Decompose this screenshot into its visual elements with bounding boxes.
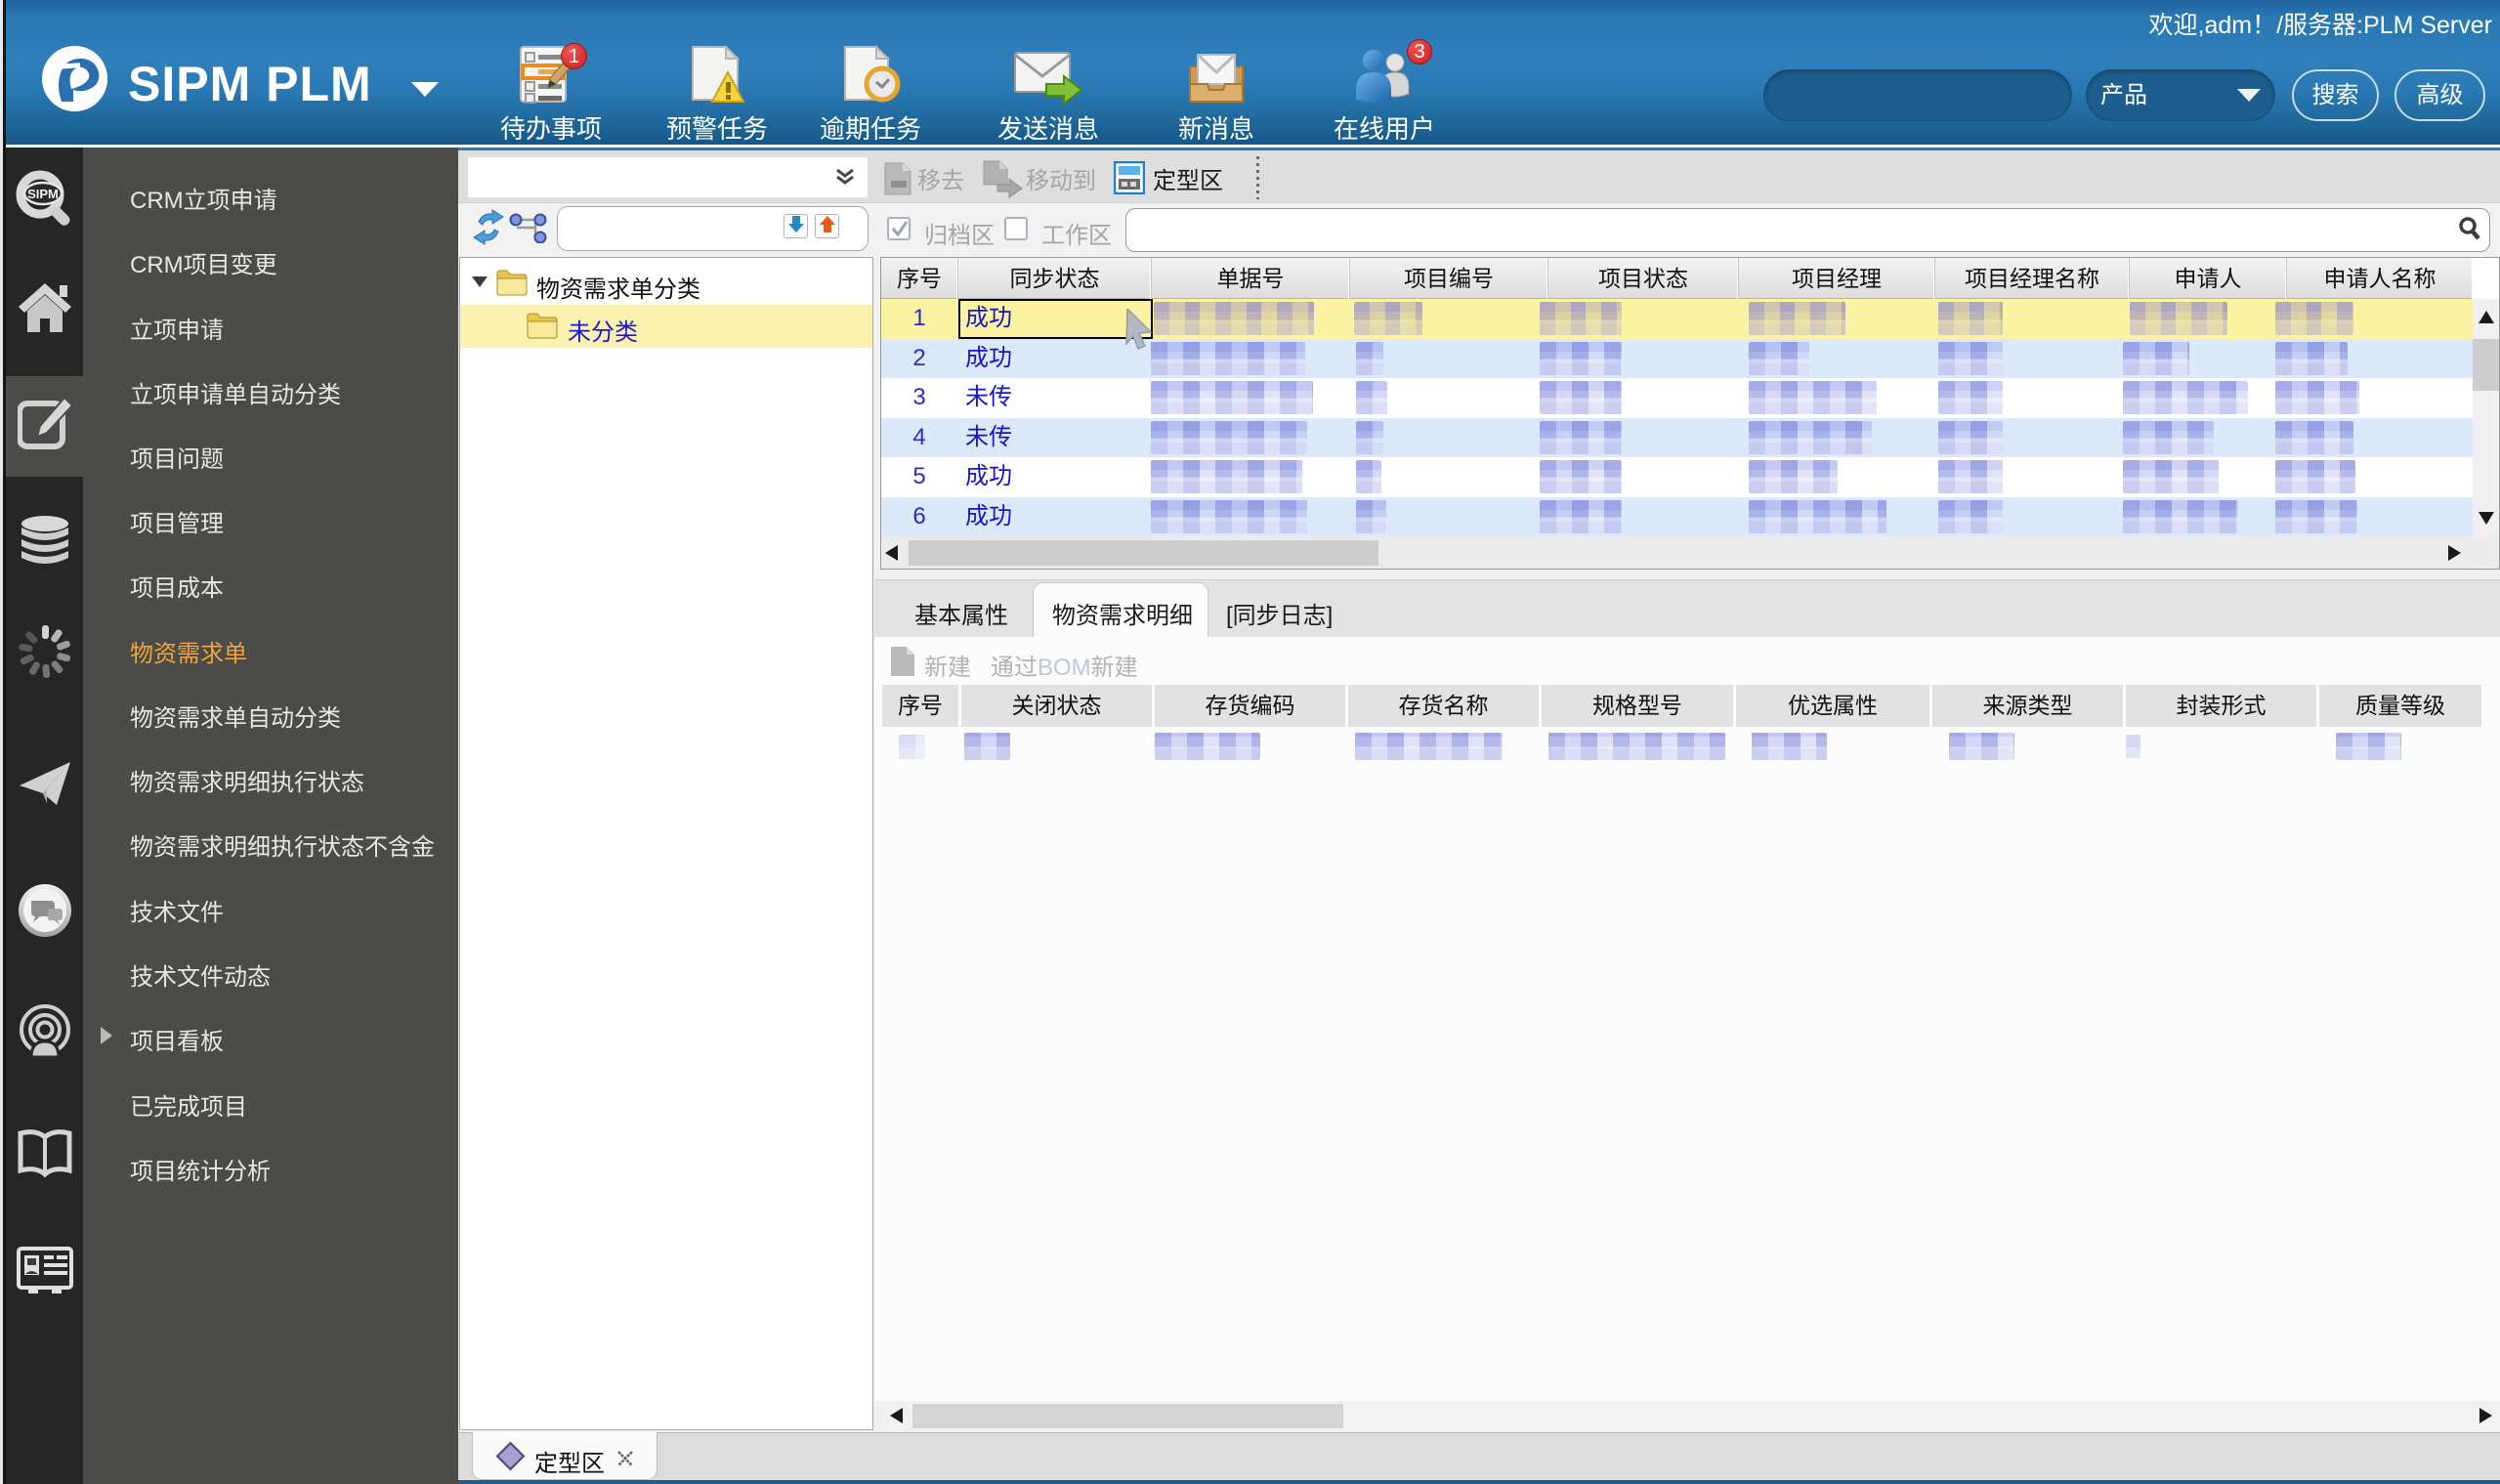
svg-text:SIPM: SIPM [27,187,59,201]
